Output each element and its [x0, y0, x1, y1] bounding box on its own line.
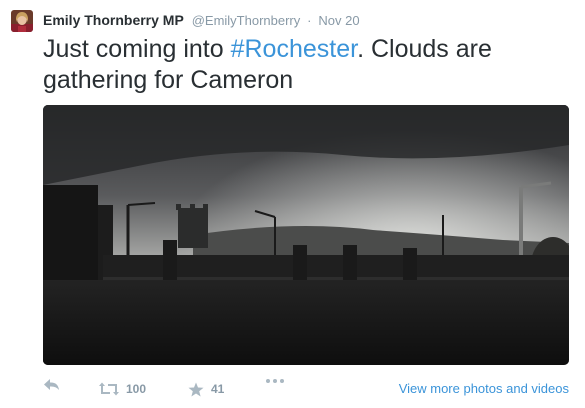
tweet-text: Just coming into #Rochester. Clouds are … — [43, 34, 563, 96]
photo-image — [43, 105, 569, 365]
reply-icon — [44, 379, 59, 390]
tweet-text-prefix: Just coming into — [43, 35, 231, 63]
more-dots-icon — [266, 379, 284, 383]
reply-button[interactable] — [43, 378, 61, 392]
more-button[interactable] — [265, 378, 285, 384]
star-icon — [188, 382, 204, 396]
retweet-icon — [99, 382, 119, 396]
retweet-count: 100 — [126, 382, 147, 396]
view-more-photos-link[interactable]: View more photos and videos — [399, 378, 569, 400]
avatar[interactable] — [11, 10, 33, 32]
retweet-button[interactable]: 100 — [99, 378, 146, 400]
tweet-photo[interactable] — [43, 105, 569, 365]
favorite-count: 41 — [211, 382, 225, 396]
separator: · — [307, 13, 312, 28]
hashtag-link[interactable]: #Rochester — [231, 35, 357, 63]
author-handle[interactable]: @EmilyThornberry — [192, 13, 301, 28]
tweet-header: Emily Thornberry MP @EmilyThornberry · N… — [43, 11, 360, 29]
tweet-actions: 100 41 View more photos and videos — [43, 378, 569, 400]
favorite-button[interactable]: 41 — [188, 378, 224, 400]
author-name[interactable]: Emily Thornberry MP — [43, 12, 184, 28]
timestamp[interactable]: Nov 20 — [318, 13, 359, 28]
